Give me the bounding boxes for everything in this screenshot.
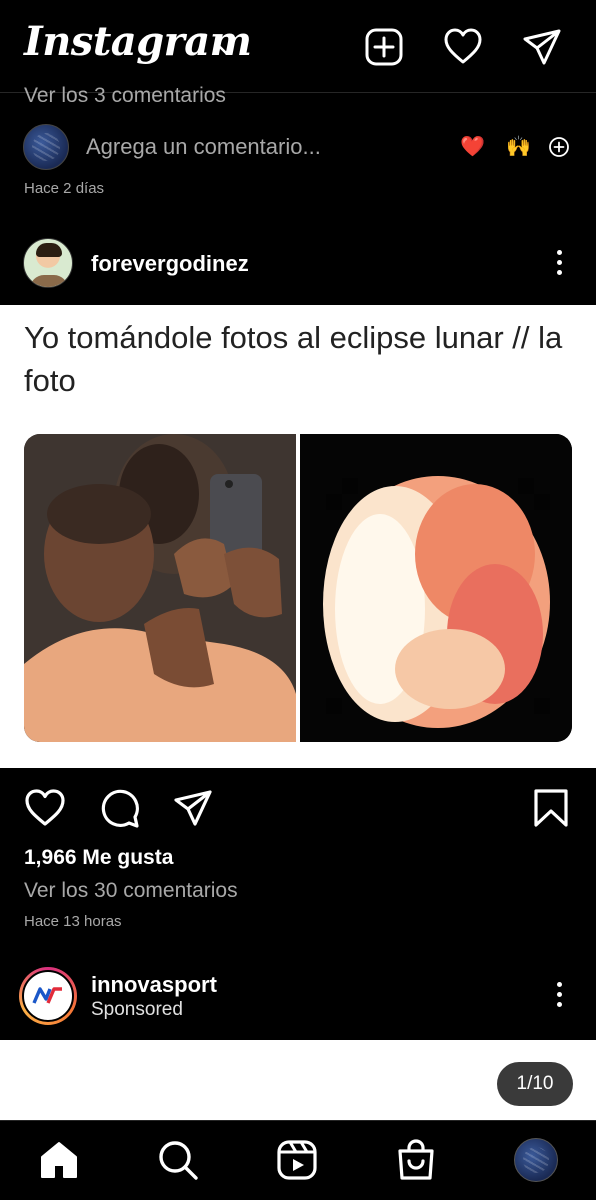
user-avatar[interactable] [23, 238, 73, 288]
view-comments-link[interactable]: Ver los 3 comentarios [24, 84, 226, 110]
sponsored-label: Sponsored [91, 999, 183, 1020]
post-timestamp: Hace 13 horas [24, 913, 122, 930]
save-bookmark-icon[interactable] [530, 787, 572, 829]
share-icon[interactable] [172, 787, 214, 829]
comment-icon[interactable] [99, 787, 141, 829]
profile-avatar[interactable] [514, 1138, 558, 1182]
emoji-raised-hands-button[interactable]: 🙌 [506, 134, 531, 160]
sponsor-avatar[interactable] [19, 967, 77, 1025]
post-caption-text: Yo tomándole fotos al eclipse lunar // l… [24, 320, 563, 398]
add-emoji-icon[interactable] [548, 136, 570, 158]
innovasport-logo-icon [32, 987, 62, 1004]
reels-icon[interactable] [276, 1139, 318, 1181]
direct-message-icon[interactable] [522, 27, 562, 67]
more-options-icon[interactable] [555, 250, 563, 280]
photo-man-taking-picture [24, 434, 296, 742]
my-avatar [23, 124, 69, 170]
sponsor-username[interactable]: innovasport [91, 972, 217, 998]
search-icon[interactable] [157, 1139, 199, 1181]
add-comment-input[interactable]: Agrega un comentario... [86, 134, 321, 160]
like-icon[interactable] [24, 787, 66, 829]
shop-icon[interactable] [395, 1139, 437, 1181]
home-icon[interactable] [38, 1139, 80, 1181]
more-options-icon[interactable] [555, 982, 563, 1012]
emoji-heart-button[interactable]: ❤️ [460, 134, 485, 160]
view-comments-link[interactable]: Ver los 30 comentarios [24, 879, 238, 903]
photo-pixelated-moon [300, 434, 572, 742]
chevron-down-icon[interactable] [216, 40, 236, 60]
carousel-counter: 1/10 [497, 1062, 573, 1106]
likes-count[interactable]: 1,966 Me gusta [24, 846, 173, 870]
heart-icon[interactable] [443, 27, 483, 67]
post-timestamp: Hace 2 días [24, 180, 105, 197]
post-username[interactable]: forevergodinez [91, 251, 249, 277]
new-post-icon[interactable] [364, 27, 404, 67]
